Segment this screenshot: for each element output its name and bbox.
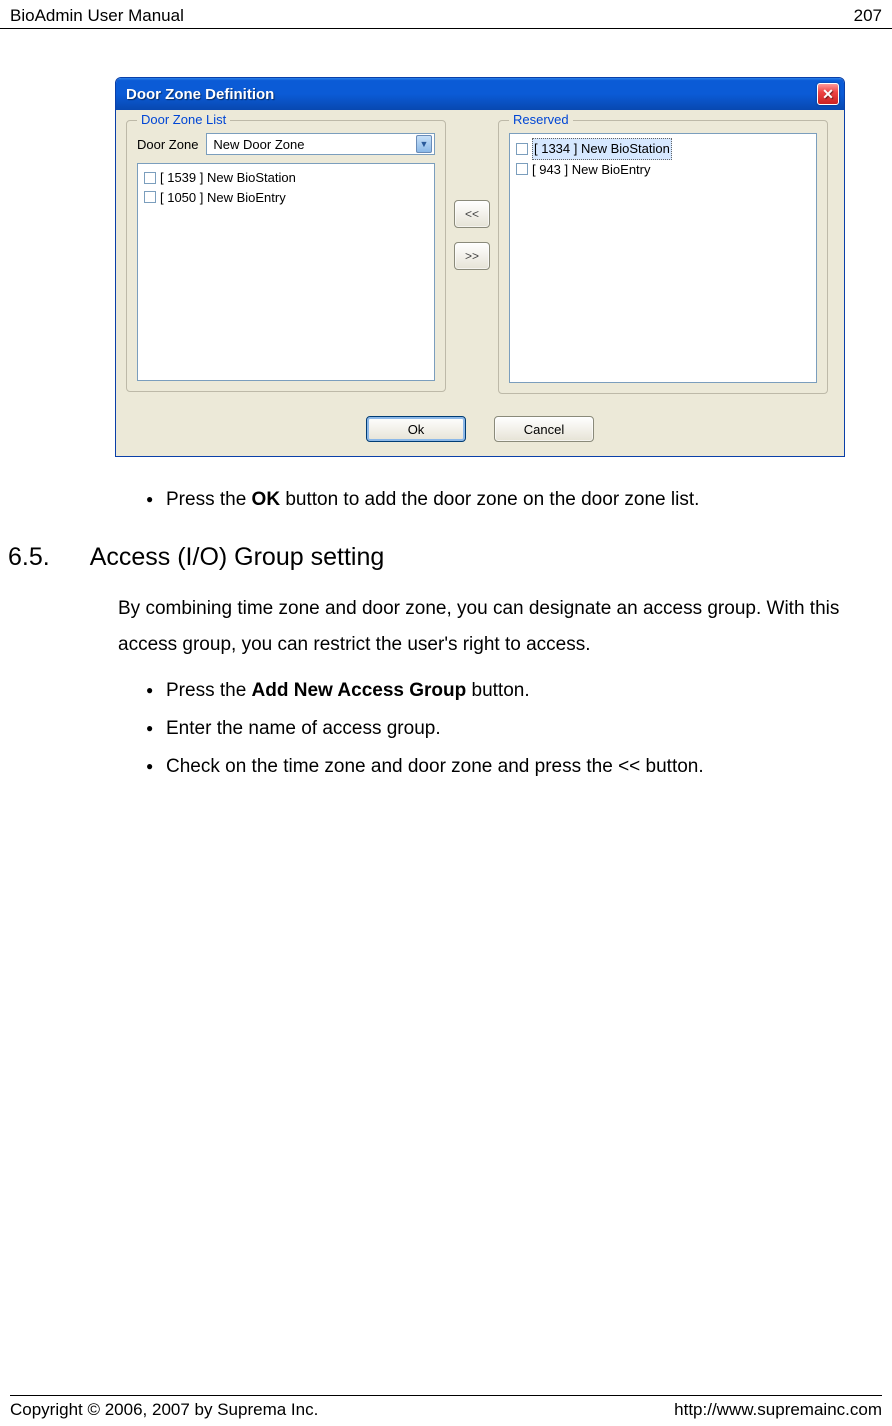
move-right-label: >> — [465, 249, 479, 263]
cancel-button[interactable]: Cancel — [494, 416, 594, 442]
page-header: BioAdmin User Manual 207 — [0, 0, 892, 29]
bullet-item: Check on the time zone and door zone and… — [146, 752, 852, 782]
door-zone-dropdown[interactable]: New Door Zone ▼ — [206, 133, 435, 155]
list-item-label: [ 1539 ] New BioStation — [160, 168, 296, 188]
dialog-title: Door Zone Definition — [126, 86, 274, 103]
move-right-button[interactable]: >> — [454, 242, 490, 270]
dialog-titlebar: Door Zone Definition ✕ — [116, 78, 844, 110]
door-zone-definition-dialog: Door Zone Definition ✕ Door Zone List Do… — [115, 77, 845, 457]
door-zone-value: New Door Zone — [213, 137, 304, 152]
transfer-buttons: << >> — [452, 200, 492, 270]
door-zone-listbox[interactable]: [ 1539 ] New BioStation [ 1050 ] New Bio… — [137, 163, 435, 381]
door-zone-row: Door Zone New Door Zone ▼ — [137, 133, 435, 155]
chevron-down-icon: ▼ — [416, 135, 432, 153]
move-left-label: << — [465, 207, 479, 221]
header-page-number: 207 — [854, 6, 882, 26]
checkbox-icon[interactable] — [516, 163, 528, 175]
door-zone-label: Door Zone — [137, 137, 198, 152]
door-zone-list-legend: Door Zone List — [137, 112, 230, 127]
reserved-legend: Reserved — [509, 112, 573, 127]
reserved-group: Reserved [ 1334 ] New BioStation [ 943 ]… — [498, 120, 828, 394]
bullet-list: Press the OK button to add the door zone… — [146, 485, 852, 515]
close-button[interactable]: ✕ — [817, 83, 839, 105]
cancel-label: Cancel — [524, 422, 564, 437]
document-content: Press the OK button to add the door zone… — [118, 485, 852, 783]
bullet-item: Press the OK button to add the door zone… — [146, 485, 852, 515]
bullet-item: Enter the name of access group. — [146, 714, 852, 744]
move-left-button[interactable]: << — [454, 200, 490, 228]
ok-button[interactable]: Ok — [366, 416, 466, 442]
paragraph: By combining time zone and door zone, yo… — [118, 591, 852, 661]
section-number: 6.5. — [8, 537, 50, 577]
ok-label: Ok — [408, 422, 425, 437]
footer-left: Copyright © 2006, 2007 by Suprema Inc. — [10, 1400, 318, 1420]
list-item[interactable]: [ 1334 ] New BioStation — [516, 138, 810, 160]
list-item[interactable]: [ 1050 ] New BioEntry — [144, 188, 428, 208]
dialog-body: Door Zone List Door Zone New Door Zone ▼… — [116, 110, 844, 408]
list-item-label: [ 1050 ] New BioEntry — [160, 188, 286, 208]
dialog-button-row: Ok Cancel — [116, 408, 844, 456]
bullet-item: Press the Add New Access Group button. — [146, 676, 852, 706]
header-left: BioAdmin User Manual — [10, 6, 184, 26]
section-title: Access (I/O) Group setting — [90, 537, 385, 577]
door-zone-list-group: Door Zone List Door Zone New Door Zone ▼… — [126, 120, 446, 392]
footer-right: http://www.supremainc.com — [674, 1400, 882, 1420]
close-icon: ✕ — [822, 86, 834, 103]
page-footer: Copyright © 2006, 2007 by Suprema Inc. h… — [10, 1395, 882, 1420]
checkbox-icon[interactable] — [144, 172, 156, 184]
reserved-listbox[interactable]: [ 1334 ] New BioStation [ 943 ] New BioE… — [509, 133, 817, 383]
list-item[interactable]: [ 943 ] New BioEntry — [516, 160, 810, 180]
checkbox-icon[interactable] — [144, 191, 156, 203]
list-item-label: [ 1334 ] New BioStation — [532, 138, 672, 160]
dialog-screenshot: Door Zone Definition ✕ Door Zone List Do… — [115, 77, 845, 457]
bullet-list: Press the Add New Access Group button. E… — [146, 676, 852, 783]
section-heading: 6.5. Access (I/O) Group setting — [8, 537, 852, 577]
list-item[interactable]: [ 1539 ] New BioStation — [144, 168, 428, 188]
checkbox-icon[interactable] — [516, 143, 528, 155]
list-item-label: [ 943 ] New BioEntry — [532, 160, 651, 180]
